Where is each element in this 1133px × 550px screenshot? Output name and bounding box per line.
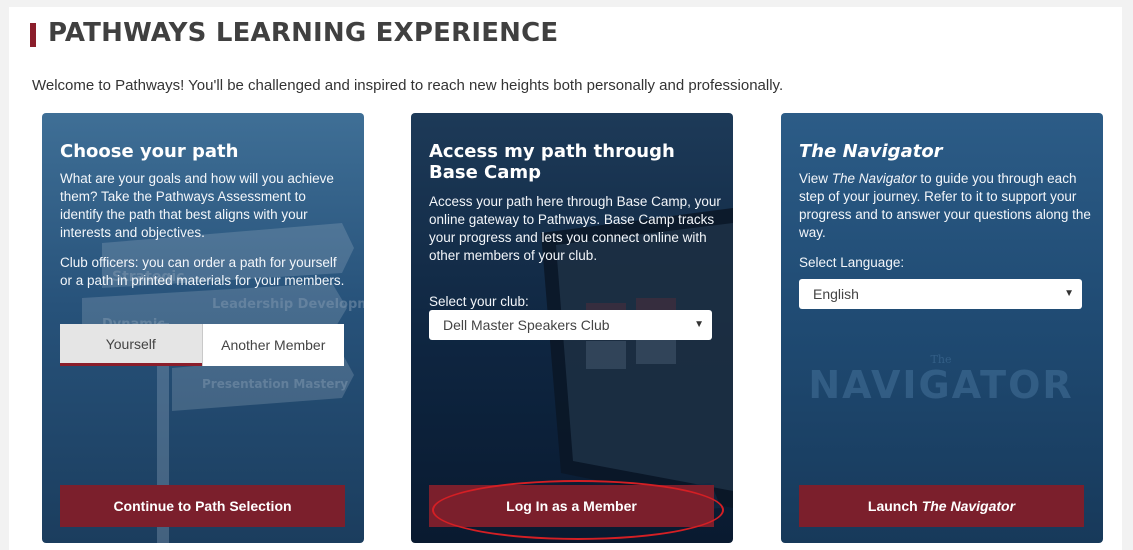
- select-club-label: Select your club:: [429, 294, 529, 309]
- chevron-down-icon: ▼: [694, 319, 704, 330]
- watermark-small: The: [931, 353, 952, 366]
- select-language-label: Select Language:: [799, 255, 905, 270]
- choose-path-title: Choose your path: [60, 141, 239, 162]
- welcome-text: Welcome to Pathways! You'll be challenge…: [32, 77, 784, 94]
- title-accent-bar: [30, 23, 36, 47]
- club-select-value: Dell Master Speakers Club: [443, 317, 610, 333]
- sign-presentation: Presentation Mastery: [202, 377, 348, 391]
- choose-path-description: What are your goals and how will you ach…: [60, 171, 334, 240]
- launch-navigator-button[interactable]: Launch The Navigator: [799, 485, 1084, 527]
- sign-leadership: Leadership Development: [212, 297, 364, 312]
- another-member-toggle-button[interactable]: Another Member: [201, 324, 344, 366]
- continue-to-path-selection-button[interactable]: Continue to Path Selection: [60, 485, 345, 527]
- navigator-title: The Navigator: [799, 141, 943, 162]
- yourself-toggle-button[interactable]: Yourself: [60, 324, 202, 366]
- chevron-down-icon: ▼: [1064, 288, 1074, 299]
- language-select-value: English: [813, 286, 859, 302]
- navigator-description: View The Navigator to guide you through …: [799, 171, 1091, 240]
- base-camp-card: Access my path through Base Camp Access …: [411, 113, 733, 543]
- base-camp-title: Access my path through Base Camp: [429, 141, 675, 183]
- log-in-as-member-button[interactable]: Log In as a Member: [429, 485, 714, 527]
- base-camp-description: Access your path here through Base Camp,…: [429, 194, 721, 263]
- club-officers-note: Club officers: you can order a path for …: [60, 255, 345, 288]
- page-title: PATHWAYS LEARNING EXPERIENCE: [48, 18, 559, 48]
- watermark-text: NAVIGATOR: [808, 363, 1073, 407]
- club-select[interactable]: Dell Master Speakers Club ▼: [429, 310, 712, 340]
- choose-path-card: Strategic Leadership Development Dynamic…: [42, 113, 364, 543]
- navigator-card: The NAVIGATOR The Navigator View The Nav…: [781, 113, 1103, 543]
- order-for-toggle: Yourself Another Member: [60, 324, 344, 366]
- language-select[interactable]: English ▼: [799, 279, 1082, 309]
